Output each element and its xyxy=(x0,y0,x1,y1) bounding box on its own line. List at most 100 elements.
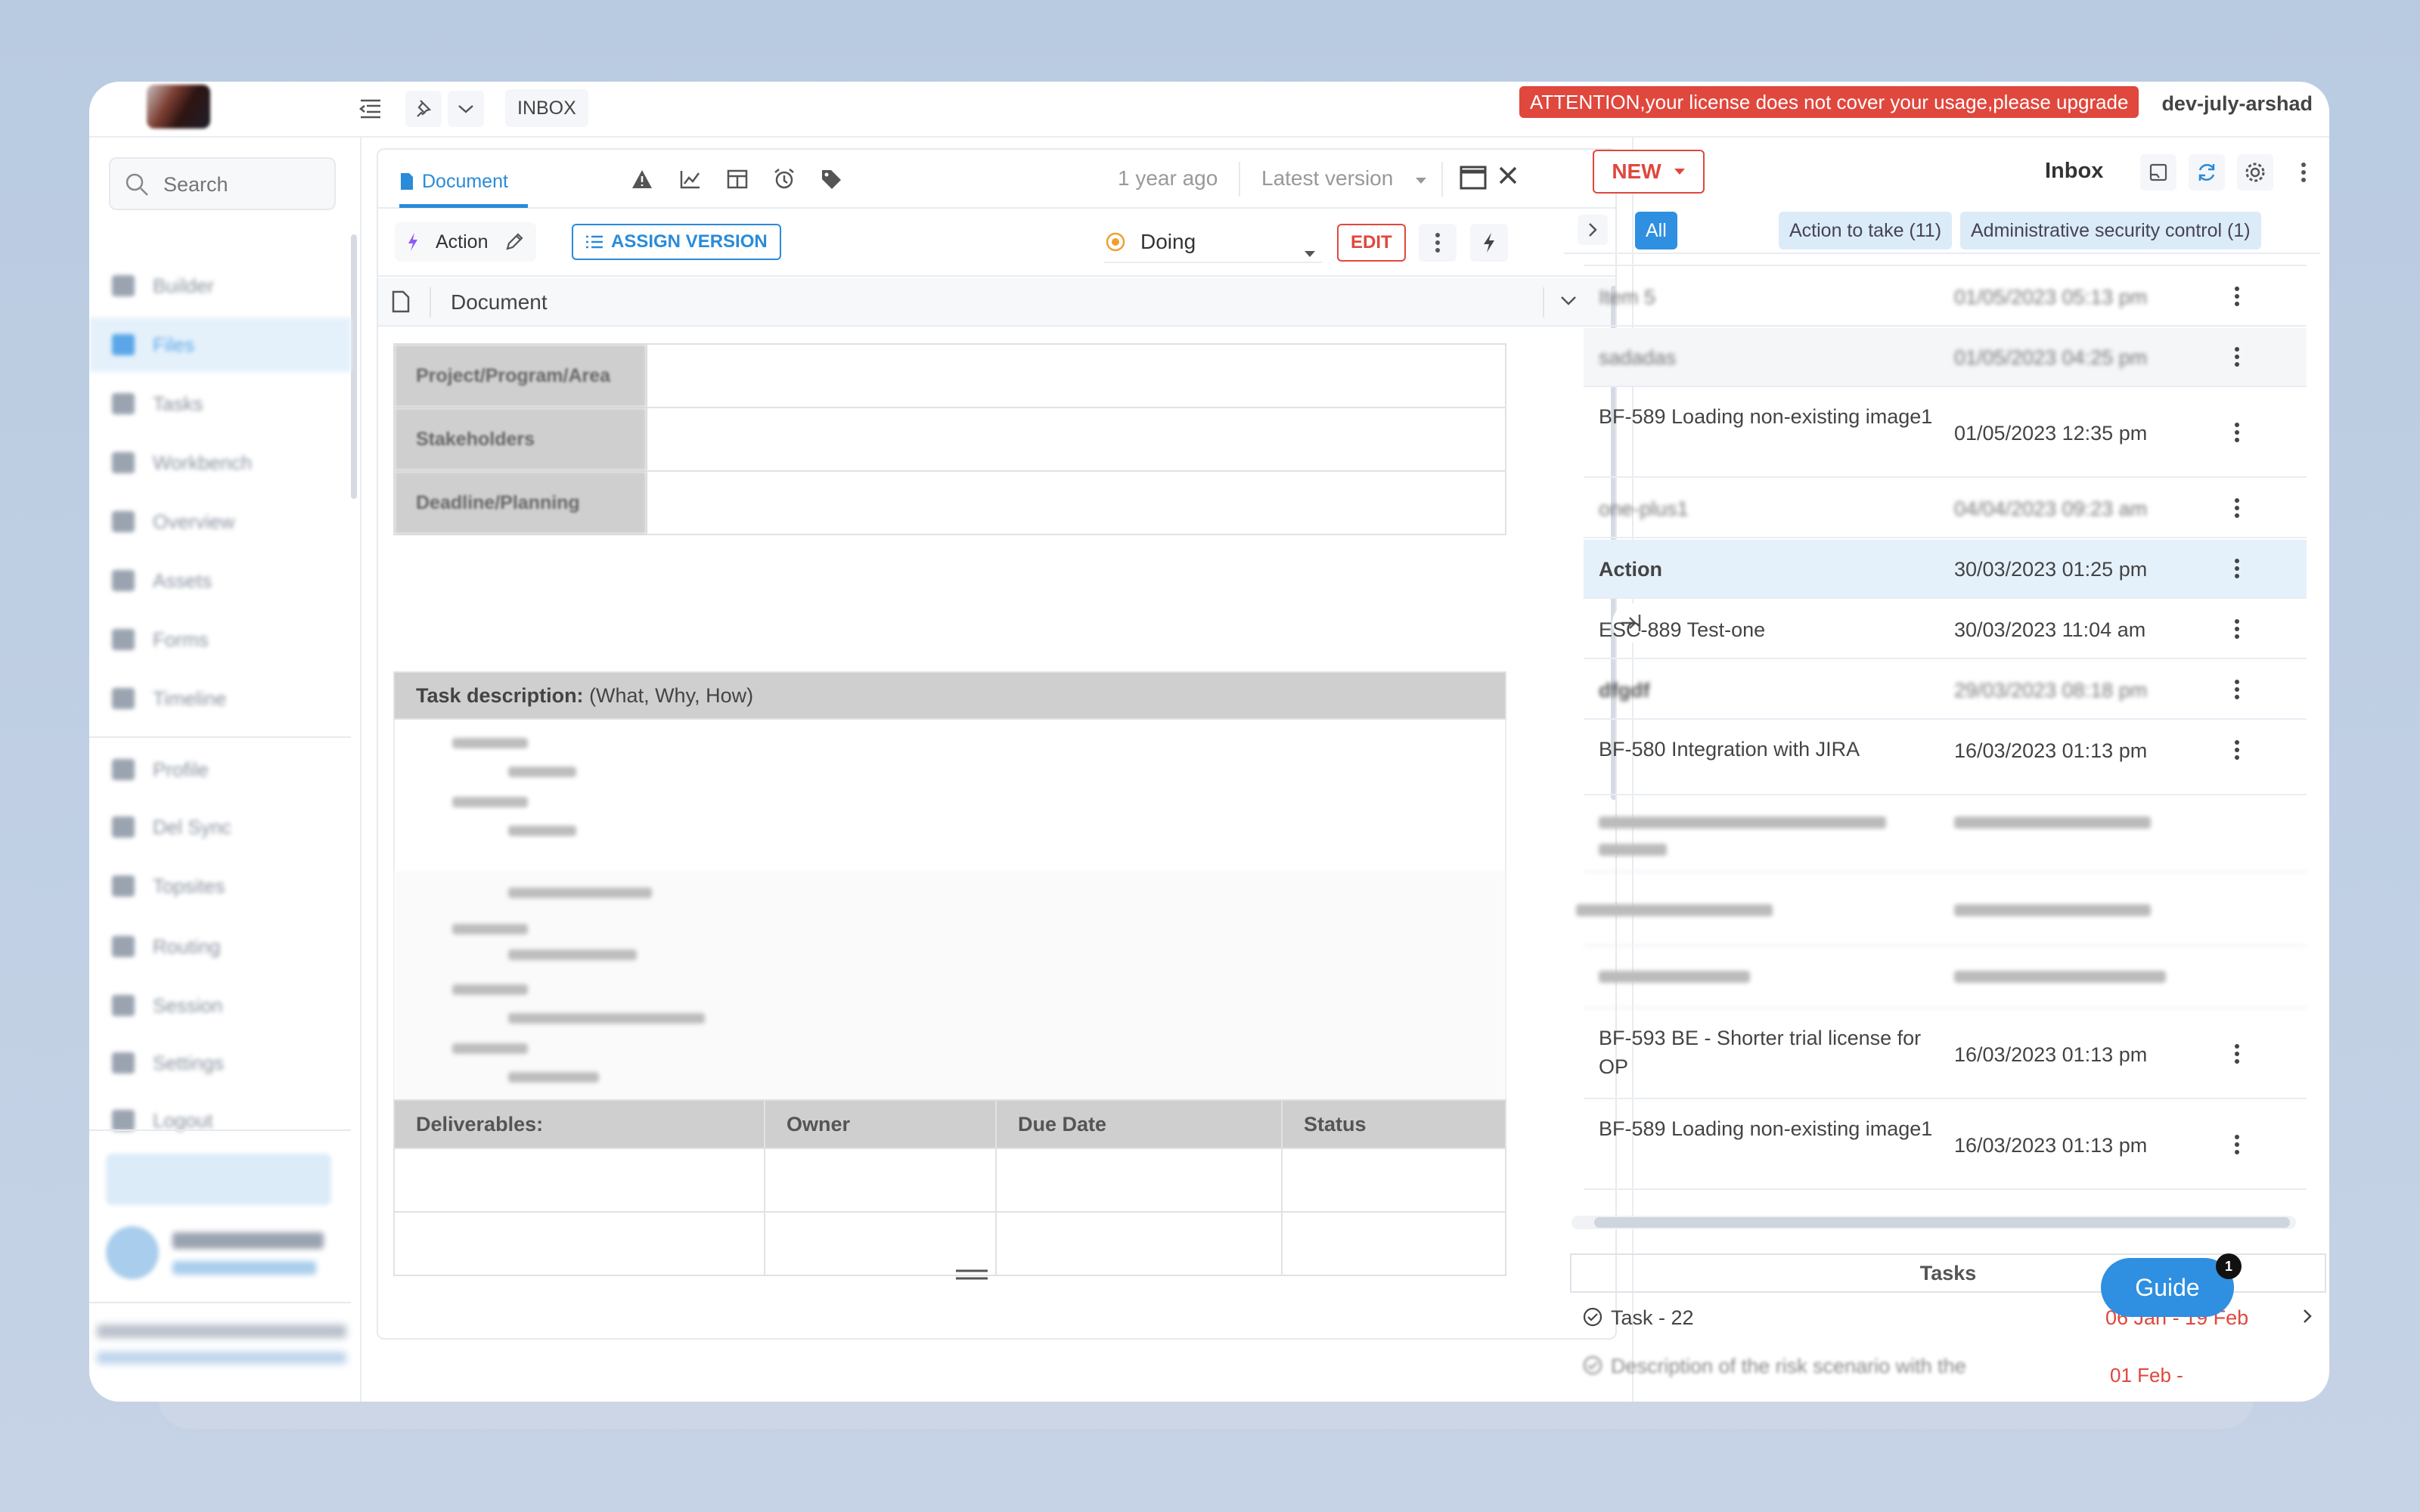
property-value[interactable] xyxy=(646,470,1506,535)
pencil-icon[interactable] xyxy=(504,232,524,252)
sidebar-item-files[interactable]: Files xyxy=(89,318,351,372)
sidebar-item-session[interactable]: Session xyxy=(89,978,351,1033)
sidebar-item-timeline[interactable]: Timeline xyxy=(89,671,351,726)
gear-icon[interactable] xyxy=(2237,154,2273,191)
close-icon[interactable] xyxy=(1496,163,1520,191)
chevron-right-icon[interactable] xyxy=(2302,1308,2313,1328)
chevron-down-icon[interactable] xyxy=(448,91,484,127)
sidebar-item-settings[interactable]: Settings xyxy=(89,1036,351,1090)
more-vertical-icon[interactable] xyxy=(2234,1134,2240,1159)
list-item-blurred[interactable] xyxy=(1576,874,2307,947)
table-cell[interactable] xyxy=(764,1148,997,1213)
collapse-menu-icon[interactable] xyxy=(355,94,386,124)
username[interactable]: dev-july-arshad xyxy=(2161,92,2313,116)
sidebar-item-forms[interactable]: Forms xyxy=(89,612,351,667)
more-vertical-icon[interactable] xyxy=(2234,558,2240,583)
document-section-header[interactable]: Document xyxy=(378,278,1615,327)
list-item[interactable]: BF-593 BE - Shorter trial license for OP… xyxy=(1584,1010,2307,1099)
bolt-icon xyxy=(408,233,417,251)
list-item[interactable]: one-plus1 04/04/2023 09:23 am xyxy=(1584,479,2307,538)
list-item-blurred[interactable] xyxy=(1584,797,2307,872)
more-vertical-icon[interactable] xyxy=(2285,154,2322,191)
tab-document[interactable]: Document xyxy=(399,159,508,204)
search-input[interactable] xyxy=(163,166,322,203)
sidebar-item-topsites[interactable]: Topsites xyxy=(89,859,351,913)
list-item-blurred[interactable] xyxy=(1584,948,2307,1009)
table-cell[interactable] xyxy=(995,1148,1283,1213)
list-item[interactable]: BF-580 Integration with JIRA 16/03/2023 … xyxy=(1584,721,2307,795)
warning-icon[interactable] xyxy=(628,165,656,194)
sidebar-item-profile[interactable]: Profile xyxy=(89,742,351,797)
sidebar: Builder Files Tasks Workbench Overview A… xyxy=(89,138,361,1402)
sidebar-item-assets[interactable]: Assets xyxy=(89,553,351,608)
caret-down-icon[interactable] xyxy=(1414,175,1428,189)
chevron-right-icon[interactable] xyxy=(1578,215,1608,245)
list-item[interactable]: dfgdf 29/03/2023 08:18 pm xyxy=(1584,661,2307,720)
more-vertical-icon[interactable] xyxy=(2234,422,2240,447)
privacy-links[interactable] xyxy=(97,1352,346,1364)
chart-icon[interactable] xyxy=(676,165,705,194)
alarm-icon[interactable] xyxy=(770,165,799,194)
sidebar-item-tasks[interactable]: Tasks xyxy=(89,376,351,431)
sidebar-item-label: Session xyxy=(153,993,223,1017)
property-value[interactable] xyxy=(646,407,1506,472)
new-button[interactable]: NEW xyxy=(1593,150,1705,194)
more-vertical-icon[interactable] xyxy=(2234,286,2240,311)
filter-chip-action-to-take[interactable]: Action to take (11) xyxy=(1779,212,1953,249)
table-cell[interactable] xyxy=(393,1211,765,1276)
more-vertical-icon[interactable] xyxy=(2234,618,2240,643)
more-vertical-icon[interactable] xyxy=(2234,739,2240,764)
sidebar-item-workbench[interactable]: Workbench xyxy=(89,435,351,490)
assign-version-button[interactable]: ASSIGN VERSION xyxy=(572,224,781,260)
list-item-selected[interactable]: Action 30/03/2023 01:25 pm xyxy=(1584,540,2307,599)
property-value[interactable] xyxy=(646,343,1506,408)
edit-button[interactable]: EDIT xyxy=(1337,224,1406,262)
table-cell[interactable] xyxy=(1281,1148,1506,1213)
inbox-scrollbar-horizontal[interactable] xyxy=(1571,1216,2296,1229)
more-vertical-icon[interactable] xyxy=(2234,1043,2240,1068)
status-select[interactable]: Doing xyxy=(1104,222,1322,263)
pin-icon[interactable] xyxy=(405,91,442,127)
more-vertical-icon[interactable] xyxy=(2234,679,2240,704)
filter-chip-all[interactable]: All xyxy=(1635,212,1677,249)
refresh-icon[interactable] xyxy=(2189,154,2225,191)
sidebar-item-logout[interactable]: Logout xyxy=(89,1093,351,1148)
more-vertical-icon[interactable] xyxy=(1419,224,1457,262)
maximize-icon[interactable] xyxy=(1460,165,1487,194)
action-chip[interactable]: Action xyxy=(395,222,537,262)
ask-question-button[interactable] xyxy=(106,1154,331,1205)
resize-handle-icon[interactable] xyxy=(954,1267,989,1286)
sidebar-item-builder[interactable]: Builder xyxy=(89,259,351,313)
list-item[interactable]: BF-589 Loading non-existing image1 01/05… xyxy=(1584,389,2307,478)
search-box[interactable] xyxy=(109,157,336,210)
version-select[interactable]: Latest version xyxy=(1261,166,1393,191)
table-cell[interactable] xyxy=(1281,1211,1506,1276)
scroll-thumb[interactable] xyxy=(1594,1217,2290,1228)
more-vertical-icon[interactable] xyxy=(2234,497,2240,522)
sidebar-item-sync[interactable]: Del Sync xyxy=(89,800,351,854)
task-description-body[interactable] xyxy=(393,720,1506,1105)
list-item[interactable] xyxy=(1584,257,2307,266)
compose-icon[interactable] xyxy=(2140,154,2176,191)
avatar[interactable] xyxy=(106,1226,159,1279)
filter-chip-admin-security[interactable]: Administrative security control (1) xyxy=(1960,212,2261,249)
table-cell[interactable] xyxy=(764,1211,997,1276)
list-item[interactable]: BF-589 Loading non-existing image1 16/03… xyxy=(1584,1101,2307,1190)
breadcrumb[interactable]: INBOX xyxy=(505,89,588,127)
sidebar-scrollbar[interactable] xyxy=(351,234,357,499)
bolt-icon[interactable] xyxy=(1470,224,1508,262)
guide-button[interactable]: Guide xyxy=(2101,1258,2234,1317)
tag-icon[interactable] xyxy=(817,165,845,194)
list-item[interactable]: sadadas 01/05/2023 04:25 pm xyxy=(1584,328,2307,387)
switch-workspace-link[interactable] xyxy=(172,1261,316,1275)
table-cell[interactable] xyxy=(995,1211,1283,1276)
more-vertical-icon[interactable] xyxy=(2234,346,2240,371)
sidebar-item-overview[interactable]: Overview xyxy=(89,494,351,549)
sidebar-item-routing[interactable]: Routing xyxy=(89,919,351,974)
table-icon[interactable] xyxy=(723,165,752,194)
table-cell[interactable] xyxy=(393,1148,765,1213)
license-warning-banner[interactable]: ATTENTION,your license does not cover yo… xyxy=(1519,86,2139,118)
list-item[interactable]: ESC-889 Test-one 30/03/2023 11:04 am xyxy=(1584,600,2307,659)
list-item[interactable]: Item 5 01/05/2023 05:13 pm xyxy=(1584,268,2307,327)
task-item[interactable]: Description of the risk scenario with th… xyxy=(1570,1344,2326,1390)
